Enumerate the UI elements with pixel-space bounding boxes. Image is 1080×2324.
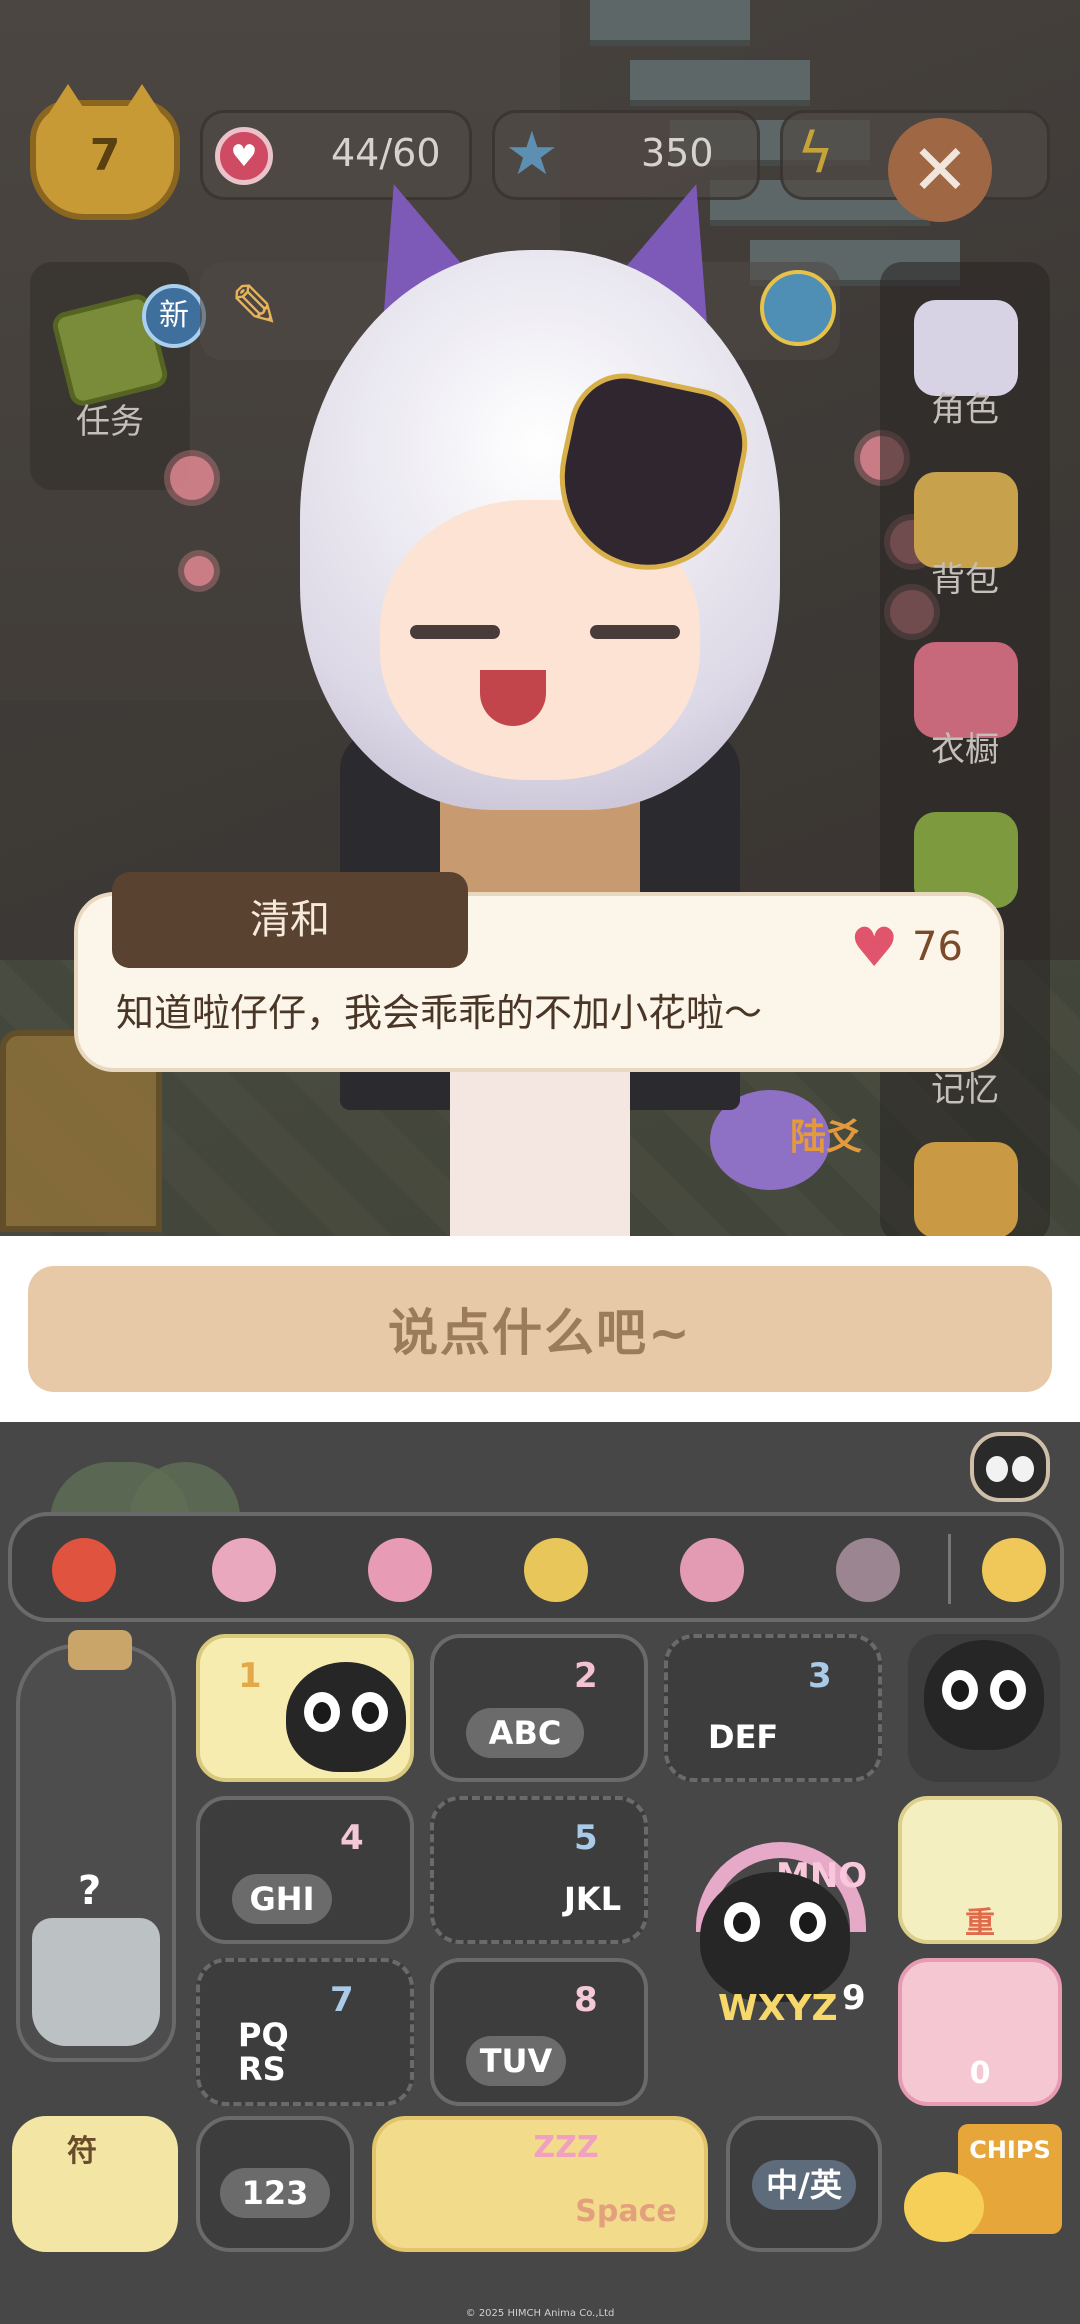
- copyright: © 2025 HIMCH Anima Co.,Ltd: [465, 2308, 615, 2319]
- music-note-sticker-icon[interactable]: [680, 1538, 744, 1602]
- dialog-text: 知道啦仔仔，我会乖乖的不加小花啦～: [116, 991, 763, 1035]
- task-button[interactable]: 新 任务: [30, 262, 206, 490]
- key-4[interactable]: 4 GHI: [196, 1796, 414, 1944]
- sticker-bar: [8, 1512, 1064, 1622]
- speaker-name: 清和: [112, 872, 468, 968]
- black-cat-icon: [700, 1872, 850, 2002]
- chat-input-placeholder: 说点什么吧~: [388, 1304, 692, 1362]
- right-menu: 角色 背包 衣橱 记忆: [880, 262, 1050, 1236]
- mail-envelope-icon[interactable]: [914, 1142, 1018, 1236]
- key-5[interactable]: 5 JKL: [430, 1796, 648, 1944]
- flower-icon: [184, 556, 214, 586]
- level-badge[interactable]: 7: [30, 84, 180, 220]
- affection-counter-value: 44/60: [331, 131, 441, 175]
- star-counter-value: 350: [641, 131, 714, 175]
- game-scene: 7 ♥ 44/60 ★ 350 ϟ 21 新 任务 ✎ 角色 背包 衣橱 记忆: [0, 0, 1080, 1236]
- npc-name: 陆爻: [790, 1117, 863, 1158]
- close-button[interactable]: ✕: [888, 118, 992, 222]
- key-7[interactable]: 7 PQ RS: [196, 1958, 414, 2106]
- key-8[interactable]: 8 TUV: [430, 1958, 648, 2106]
- custom-keyboard: ? 1 2 ABC 3 DEF 4 GHI 5 JKL MNO 重 7 PQ R…: [0, 1422, 1080, 2324]
- chick-bowl-sticker-icon[interactable]: [524, 1538, 588, 1602]
- tomato-sticker-icon[interactable]: [52, 1538, 116, 1602]
- language-switch-key[interactable]: 中/英: [726, 2116, 882, 2252]
- character-qinghe[interactable]: [260, 162, 830, 1236]
- flower-icon: [170, 456, 214, 500]
- keyboard-cat-icon[interactable]: [970, 1432, 1050, 1502]
- menu-label-character[interactable]: 角色: [880, 382, 1050, 431]
- level-value: 7: [89, 130, 121, 181]
- repeat-key[interactable]: 重: [898, 1796, 1062, 1944]
- new-badge: 新: [142, 284, 206, 348]
- black-cat-icon: [286, 1662, 406, 1772]
- key-9-letters[interactable]: WXYZ: [718, 1988, 838, 2029]
- heart-icon: ♥: [850, 916, 899, 979]
- candidate-bottle[interactable]: ?: [16, 1630, 176, 2062]
- space-key[interactable]: ZZZ Space: [372, 2116, 708, 2252]
- symbol-key[interactable]: 符: [12, 2116, 178, 2252]
- emoji-key[interactable]: [908, 1634, 1060, 1782]
- pouch-sticker-icon[interactable]: [836, 1538, 900, 1602]
- chick-icon: [904, 2172, 984, 2242]
- delete-key[interactable]: CHIPS: [898, 2116, 1068, 2252]
- menu-label-wardrobe[interactable]: 衣橱: [880, 722, 1050, 771]
- key-2[interactable]: 2 ABC: [430, 1634, 648, 1782]
- key-1[interactable]: 1: [196, 1634, 414, 1782]
- chat-input[interactable]: 说点什么吧~: [28, 1266, 1052, 1392]
- butterfly-sticker-icon[interactable]: [368, 1538, 432, 1602]
- pig-sticker-icon[interactable]: [212, 1538, 276, 1602]
- affection-value: 76: [912, 924, 963, 970]
- key-3[interactable]: 3 DEF: [664, 1634, 882, 1782]
- key-9-num[interactable]: 9: [842, 1978, 866, 2018]
- menu-label-backpack[interactable]: 背包: [880, 552, 1050, 601]
- number-key[interactable]: 123: [196, 2116, 354, 2252]
- black-cat-sparkle-icon: [924, 1640, 1044, 1750]
- jar-icon: [32, 1918, 160, 2046]
- key-0[interactable]: 0: [898, 1958, 1062, 2106]
- task-label: 任务: [76, 402, 144, 442]
- duck-sticker-icon[interactable]: [982, 1538, 1046, 1602]
